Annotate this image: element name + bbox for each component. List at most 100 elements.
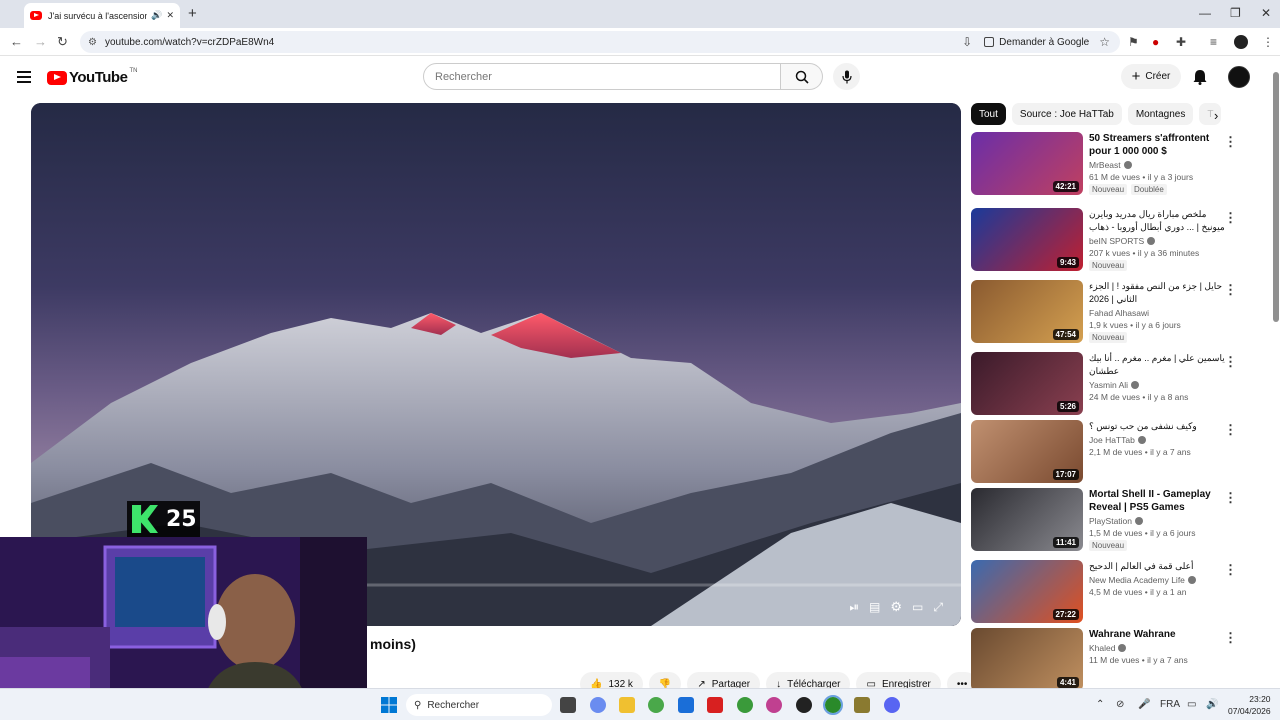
video-thumbnail[interactable]: 4:41 <box>971 628 1083 691</box>
copilot-icon[interactable] <box>590 697 606 713</box>
chrome-profile-icon[interactable] <box>737 697 753 713</box>
scrollbar-thumb[interactable] <box>1273 72 1279 322</box>
system-clock[interactable]: 23:20 07/04/2026 <box>1228 693 1271 717</box>
notifications-bell-icon[interactable] <box>1193 69 1207 85</box>
minimize-icon[interactable]: — <box>1199 6 1211 20</box>
channel-name[interactable]: MrBeast <box>1089 160 1121 170</box>
tray-volume-icon[interactable]: 🔊 <box>1206 699 1218 710</box>
omnibox[interactable]: ⚙ youtube.com/watch?v=crZDPaE8Wn4 ⇩ Dema… <box>80 31 1120 53</box>
video-thumbnail[interactable]: 11:41 <box>971 488 1083 551</box>
recommendation-item[interactable]: 42:21 50 Streamers s'affrontent pour 1 00… <box>971 132 1241 198</box>
channel-name[interactable]: New Media Academy Life <box>1089 575 1185 585</box>
back-icon[interactable]: ← <box>10 34 23 49</box>
recommendation-item[interactable]: 5:26 ياسمين علي | مغرم .. مغرم .. أنا بيك… <box>971 352 1241 418</box>
tray-chevron-icon[interactable]: ⌃ <box>1096 699 1104 710</box>
browser-tab[interactable]: J'ai survécu à l'ascension de 🔊 ✕ <box>24 3 180 28</box>
recommendation-title[interactable]: ياسمين علي | مغرم .. مغرم .. أنا بيك عطش… <box>1089 352 1227 378</box>
channel-name[interactable]: beIN SPORTS <box>1089 236 1144 246</box>
recommendation-title[interactable]: ملخص مباراة ريال مدريد وبايرن ميونيخ | .… <box>1089 208 1227 234</box>
recommendation-item[interactable]: 47:54 حايل | جزء من النص مفقود ! | الجزء … <box>971 280 1241 346</box>
more-options-icon[interactable]: ⋮ <box>1224 283 1237 296</box>
more-options-icon[interactable]: ⋮ <box>1224 491 1237 504</box>
extensions-puzzle-icon[interactable]: ✚ <box>1176 35 1186 49</box>
tray-mic-icon[interactable]: 🎤 <box>1138 699 1150 710</box>
video-thumbnail[interactable]: 5:26 <box>971 352 1083 415</box>
new-tab-icon[interactable]: + <box>188 5 197 22</box>
chip-all[interactable]: Tout <box>971 103 1006 125</box>
video-thumbnail[interactable]: 42:21 <box>971 132 1083 195</box>
speaker-icon[interactable]: 🔊 <box>151 10 162 21</box>
channel-name[interactable]: Fahad Alhasawi <box>1089 308 1149 318</box>
close-window-icon[interactable]: ✕ <box>1261 6 1271 20</box>
youtube-logo[interactable]: YouTube TN <box>47 68 137 86</box>
chip-source[interactable]: Source : Joe HaTTab <box>1011 103 1122 125</box>
bookmark-star-icon[interactable]: ☆ <box>1099 35 1110 49</box>
recommendation-title[interactable]: 50 Streamers s'affrontent pour 1 000 000… <box>1089 132 1227 158</box>
file-explorer-icon[interactable] <box>619 697 635 713</box>
subtitles-icon[interactable]: ▤ <box>869 600 880 614</box>
tray-display-icon[interactable]: ▭ <box>1187 699 1196 710</box>
app-brown-icon[interactable] <box>854 697 870 713</box>
profile-avatar[interactable] <box>1234 35 1248 49</box>
chips-next-chevron-icon[interactable]: › <box>1214 108 1218 123</box>
taskbar-search[interactable]: ⚲ Rechercher <box>406 694 552 716</box>
video-thumbnail[interactable]: 9:43 <box>971 208 1083 271</box>
install-app-icon[interactable]: ⇩ <box>962 35 972 49</box>
menu-icon[interactable] <box>17 71 31 83</box>
windows-start-icon[interactable] <box>381 697 397 713</box>
discord-icon[interactable] <box>884 697 900 713</box>
store-icon[interactable] <box>678 697 694 713</box>
extension-icon[interactable]: ⚑ <box>1128 35 1139 49</box>
video-thumbnail[interactable]: 27:22 <box>971 560 1083 623</box>
maximize-icon[interactable]: ❐ <box>1230 6 1241 20</box>
channel-name[interactable]: PlayStation <box>1089 516 1132 526</box>
browser-menu-icon[interactable]: ⋮ <box>1262 35 1274 49</box>
keyboard-language[interactable]: FRA <box>1160 699 1180 710</box>
recommendation-title[interactable]: وكيف نشفى من حب تونس ؟ <box>1089 420 1227 433</box>
channel-name[interactable]: Khaled <box>1089 643 1115 653</box>
reload-icon[interactable]: ↻ <box>57 34 68 50</box>
create-button[interactable]: + Créer <box>1121 64 1181 89</box>
media-control-icon[interactable]: ≡ <box>1210 35 1217 49</box>
voice-search-button[interactable] <box>833 63 860 90</box>
tray-network-off-icon[interactable]: ⊘ <box>1116 699 1124 710</box>
page-scrollbar[interactable] <box>1272 60 1280 690</box>
app-w-icon[interactable] <box>707 697 723 713</box>
more-options-icon[interactable]: ⋮ <box>1224 135 1237 148</box>
recommendation-title[interactable]: Wahrane Wahrane <box>1089 628 1227 641</box>
fullscreen-icon[interactable]: ⤢ <box>933 600 943 615</box>
autoplay-toggle-icon[interactable]: ⏯ <box>849 600 859 615</box>
more-options-icon[interactable]: ⋮ <box>1224 631 1237 644</box>
recommendation-item[interactable]: 4:41 Wahrane Wahrane Khaled 11 M de vues • … <box>971 628 1241 694</box>
chip-mountains[interactable]: Montagnes <box>1127 103 1194 125</box>
recommendation-item[interactable]: 11:41 Mortal Shell II - Gameplay Reveal |… <box>971 488 1241 554</box>
theater-mode-icon[interactable]: ▭ <box>912 600 923 614</box>
forward-icon[interactable]: → <box>34 34 47 49</box>
channel-name[interactable]: Joe HaTTab <box>1089 435 1135 445</box>
settings-gear-icon[interactable]: ⚙ <box>890 599 902 615</box>
chrome-active-icon[interactable] <box>823 695 843 715</box>
search-button[interactable] <box>781 63 823 90</box>
recommendation-item[interactable]: 27:22 أعلى قمة في العالم | الدحيح New Medi… <box>971 560 1241 626</box>
video-thumbnail[interactable]: 47:54 <box>971 280 1083 343</box>
more-options-icon[interactable]: ⋮ <box>1224 423 1237 436</box>
task-view-icon[interactable] <box>560 697 576 713</box>
chrome-profile2-icon[interactable] <box>766 697 782 713</box>
chrome-icon[interactable] <box>648 697 664 713</box>
more-options-icon[interactable]: ⋮ <box>1224 563 1237 576</box>
recommendation-title[interactable]: حايل | جزء من النص مفقود ! | الجزء الثان… <box>1089 280 1227 306</box>
recommendation-title[interactable]: Mortal Shell II - Gameplay Reveal | PS5 … <box>1089 488 1227 514</box>
app-dark-icon[interactable] <box>796 697 812 713</box>
close-tab-icon[interactable]: ✕ <box>166 10 174 21</box>
channel-name[interactable]: Yasmin Ali <box>1089 380 1128 390</box>
recommendation-item[interactable]: 9:43 ملخص مباراة ريال مدريد وبايرن ميونيخ… <box>971 208 1241 274</box>
site-info-icon[interactable]: ⚙ <box>88 37 97 48</box>
ask-google-button[interactable]: Demander à Google <box>984 37 1089 48</box>
video-thumbnail[interactable]: 17:07 <box>971 420 1083 483</box>
recommendation-item[interactable]: 17:07 وكيف نشفى من حب تونس ؟ Joe HaTTab 2,1… <box>971 420 1241 486</box>
extension-red-icon[interactable]: ● <box>1152 35 1159 49</box>
recommendation-title[interactable]: أعلى قمة في العالم | الدحيح <box>1089 560 1227 573</box>
search-input[interactable]: Rechercher <box>423 63 781 90</box>
more-options-icon[interactable]: ⋮ <box>1224 211 1237 224</box>
more-options-icon[interactable]: ⋮ <box>1224 355 1237 368</box>
